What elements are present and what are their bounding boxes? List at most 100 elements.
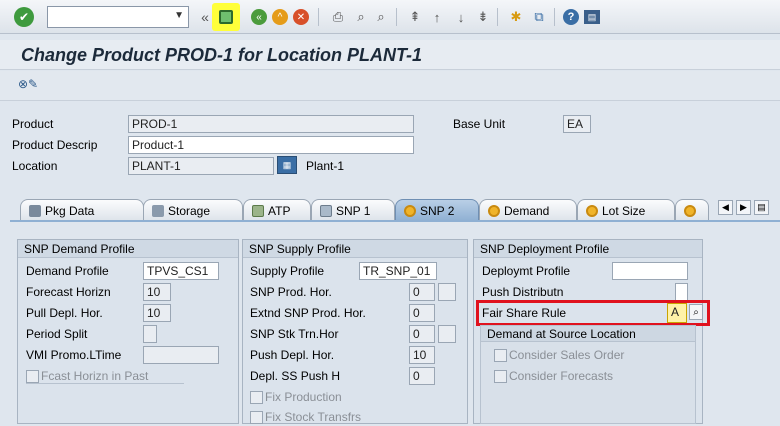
snp-prod-hor-field[interactable]: 0 <box>409 283 435 301</box>
push-depl-label: Push Depl. Hor. <box>250 348 335 362</box>
fix-production-checkbox[interactable] <box>250 391 263 404</box>
tab-label: Pkg Data <box>45 203 95 218</box>
tab-scroll-left-icon[interactable]: ◀ <box>718 200 733 215</box>
push-depl-field[interactable]: 10 <box>409 346 435 364</box>
find-next-icon[interactable]: ⌕ <box>372 8 390 26</box>
snp-stk-field[interactable]: 0 <box>409 325 435 343</box>
tab-label: Storage <box>168 203 211 218</box>
pull-depl-field[interactable]: 10 <box>143 304 171 322</box>
tab-label: Lot Size <box>602 203 646 218</box>
next-page-icon[interactable]: ↓ <box>452 8 470 26</box>
product-field[interactable]: PROD-1 <box>128 115 414 133</box>
print-icon[interactable]: ⎙ <box>329 8 347 26</box>
fix-production-label: Fix Production <box>265 390 342 404</box>
storage-icon <box>152 204 164 217</box>
first-page-icon[interactable]: ⇞ <box>406 8 424 26</box>
vmi-label: VMI Promo.LTime <box>26 348 122 362</box>
title-bar: Change Product PROD-1 for Location PLANT… <box>0 40 780 70</box>
location-label: Location <box>12 159 58 173</box>
display-change-icon[interactable]: ⊗✎ <box>18 77 38 91</box>
extnd-snp-field[interactable]: 0 <box>409 304 435 322</box>
back-icon[interactable]: « <box>251 9 267 25</box>
product-label: Product <box>12 117 54 131</box>
save-button[interactable] <box>212 3 240 31</box>
generate-shortcut-icon[interactable]: ⧉ <box>530 8 548 26</box>
vmi-field[interactable] <box>143 346 219 364</box>
tab-lot-size[interactable]: Lot Size <box>577 199 675 221</box>
location-icon[interactable]: ▦ <box>277 156 297 174</box>
pull-depl-label: Pull Depl. Hor. <box>26 306 103 320</box>
supply-profile-label: Supply Profile <box>250 264 325 278</box>
depl-ss-label: Depl. SS Push H <box>250 369 341 383</box>
tab-label: SNP 1 <box>336 203 371 218</box>
demand-profile-label: Demand Profile <box>26 264 109 278</box>
page-title: Change Product PROD-1 for Location PLANT… <box>21 45 423 65</box>
location-text: Plant-1 <box>306 159 345 173</box>
tab-storage[interactable]: Storage <box>143 199 243 221</box>
base-unit-label: Base Unit <box>453 117 506 131</box>
forecast-horizon-field[interactable]: 10 <box>143 283 171 301</box>
push-distributn-field[interactable] <box>675 283 688 301</box>
demand-profile-field[interactable]: TPVS_CS1 <box>143 262 219 280</box>
consider-forecasts-label: Consider Forecasts <box>509 369 614 383</box>
push-distributn-label: Push Distributn <box>482 285 564 299</box>
fix-stock-checkbox[interactable] <box>250 411 263 424</box>
standard-toolbar: ✔ ▼ « « ^ ✕ ⎙ ⌕ ⌕ ⇞ ↑ ↓ ⇟ ✱ ⧉ ? ▤ <box>0 0 780 34</box>
subgroup-title: Demand at Source Location <box>481 326 695 342</box>
cancel-icon[interactable]: ✕ <box>293 9 309 25</box>
previous-page-icon[interactable]: ↑ <box>428 8 446 26</box>
snp2-icon <box>404 204 416 217</box>
tab-snp1[interactable]: SNP 1 <box>311 199 395 221</box>
period-split-label: Period Split <box>26 327 88 341</box>
location-field[interactable]: PLANT-1 <box>128 157 274 175</box>
tab-snp2[interactable]: SNP 2 <box>395 199 479 221</box>
create-session-icon[interactable]: ✱ <box>507 8 525 26</box>
snp-stk-unit-field[interactable] <box>438 325 456 343</box>
snp-prod-hor-label: SNP Prod. Hor. <box>250 285 332 299</box>
consider-forecasts-checkbox[interactable] <box>494 370 507 383</box>
product-desc-label: Product Descrip <box>12 138 98 152</box>
deploymt-profile-field[interactable] <box>612 262 688 280</box>
command-field-dropdown-icon[interactable]: ▼ <box>174 10 184 21</box>
snp-stk-label: SNP Stk Trn.Hor <box>250 327 339 341</box>
tab-label: Demand <box>504 203 550 218</box>
base-unit-field[interactable]: EA <box>563 115 591 133</box>
help-icon[interactable]: ? <box>563 9 579 25</box>
tab-label: ATP <box>268 203 291 218</box>
group-title: SNP Supply Profile <box>243 240 467 258</box>
product-desc-field[interactable]: Product-1 <box>128 136 414 154</box>
exit-icon[interactable]: ^ <box>272 9 288 25</box>
lot-size-icon <box>586 204 598 217</box>
application-toolbar: ⊗✎ <box>0 71 780 101</box>
tab-list-icon[interactable]: ▤ <box>754 200 769 215</box>
highlight-box <box>476 300 710 326</box>
atp-icon <box>252 204 264 217</box>
find-icon[interactable]: ⌕ <box>352 8 370 26</box>
tab-more[interactable] <box>675 199 709 221</box>
demand-icon <box>488 204 500 217</box>
package-icon <box>29 204 41 217</box>
divider <box>26 383 184 384</box>
consider-sales-label: Consider Sales Order <box>509 348 625 362</box>
customize-layout-icon[interactable]: ▤ <box>584 10 600 24</box>
consider-sales-checkbox[interactable] <box>494 349 507 362</box>
tab-pkg-data[interactable]: Pkg Data <box>20 199 144 221</box>
supply-profile-field[interactable]: TR_SNP_01 <box>359 262 437 280</box>
period-split-field[interactable] <box>143 325 157 343</box>
group-title: SNP Demand Profile <box>18 240 238 258</box>
save-icon <box>219 10 233 24</box>
last-page-icon[interactable]: ⇟ <box>474 8 492 26</box>
tab-scroll-right-icon[interactable]: ▶ <box>736 200 751 215</box>
fcast-horizon-past-checkbox[interactable] <box>26 370 39 383</box>
tab-demand[interactable]: Demand <box>479 199 577 221</box>
deploymt-profile-label: Deploymt Profile <box>482 264 571 278</box>
enter-icon[interactable]: ✔ <box>14 7 34 27</box>
tab-label: SNP 2 <box>420 203 455 218</box>
more-tab-icon <box>684 204 696 217</box>
tab-atp[interactable]: ATP <box>243 199 311 221</box>
snp-icon <box>320 204 332 217</box>
depl-ss-field[interactable]: 0 <box>409 367 435 385</box>
snp-prod-hor-unit-field[interactable] <box>438 283 456 301</box>
extnd-snp-label: Extnd SNP Prod. Hor. <box>250 306 366 320</box>
command-field[interactable]: ▼ <box>47 6 189 28</box>
